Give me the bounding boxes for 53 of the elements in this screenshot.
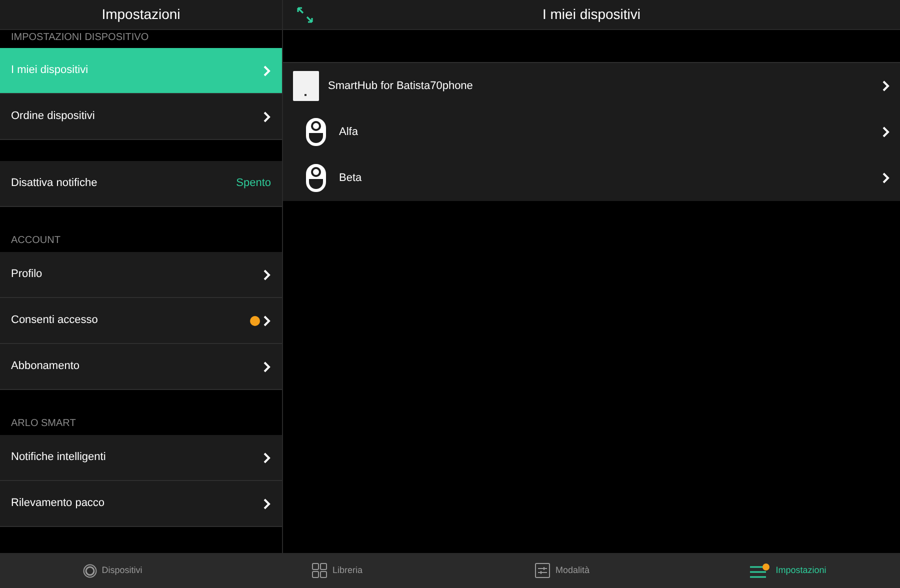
- settings-row[interactable]: Consenti accesso: [0, 298, 282, 344]
- chevron-icon: [263, 498, 271, 510]
- expand-icon[interactable]: [297, 6, 313, 22]
- chevron-icon: [263, 110, 271, 122]
- row-label: Consenti accesso: [11, 313, 99, 328]
- tab[interactable]: Impostazioni: [675, 553, 900, 588]
- camera-lens-icon: [82, 564, 97, 578]
- sliders-icon: [535, 563, 550, 578]
- chevron-icon: [263, 360, 271, 372]
- row-label: Profilo: [11, 267, 44, 282]
- chevron-icon: [263, 268, 271, 280]
- row-label: Notifiche intelligenti: [11, 450, 107, 466]
- menu-icon: [748, 562, 771, 578]
- camera-icon: [305, 163, 327, 193]
- hub-icon: [292, 70, 320, 102]
- row-label: I miei dispositivi: [11, 63, 90, 78]
- device-row[interactable]: Alfa: [283, 109, 900, 155]
- chevron-icon: [263, 64, 271, 76]
- chevron-icon: [263, 314, 271, 326]
- row-label: Rilevamento pacco: [11, 496, 106, 512]
- device-name: SmartHub for Batista70phone: [328, 78, 474, 94]
- device-name: Beta: [339, 170, 363, 186]
- section-header: ACCOUNT: [11, 236, 60, 246]
- chevron-icon: [882, 80, 890, 92]
- section-header: IMPOSTAZIONI DISPOSITIVO: [11, 33, 149, 43]
- tab-label: Impostazioni: [776, 564, 826, 577]
- tab[interactable]: Modalità: [450, 553, 675, 588]
- chevron-icon: [882, 126, 890, 138]
- section-header: ARLO SMART: [11, 419, 76, 429]
- device-row[interactable]: Beta: [283, 155, 900, 201]
- tab[interactable]: Dispositivi: [0, 553, 225, 588]
- settings-row[interactable]: Abbonamento: [0, 344, 282, 390]
- sidebar-title: Impostazioni: [102, 5, 180, 24]
- settings-row[interactable]: Profilo: [0, 252, 282, 298]
- device-name: Alfa: [339, 124, 359, 140]
- row-label: Disattiva notifiche: [11, 176, 98, 192]
- grid-icon: [312, 563, 328, 578]
- row-label: Ordine dispositivi: [11, 109, 96, 124]
- tab-label: Modalità: [555, 564, 590, 577]
- settings-row[interactable]: Rilevamento pacco: [0, 481, 282, 527]
- tab-label: Dispositivi: [102, 564, 142, 577]
- row-label: Abbonamento: [11, 359, 80, 374]
- detail-title: I miei dispositivi: [541, 5, 642, 24]
- row-value: Spento: [236, 176, 271, 192]
- chevron-icon: [882, 172, 890, 184]
- camera-icon: [305, 117, 327, 147]
- tab-label: Libreria: [332, 564, 362, 577]
- settings-row[interactable]: Disattiva notifiche Spento: [0, 161, 282, 207]
- device-row[interactable]: SmartHub for Batista70phone: [283, 63, 900, 109]
- settings-row[interactable]: Notifiche intelligenti: [0, 435, 282, 481]
- tab[interactable]: Libreria: [225, 553, 450, 588]
- chevron-icon: [263, 452, 271, 464]
- settings-row[interactable]: Ordine dispositivi: [0, 94, 282, 140]
